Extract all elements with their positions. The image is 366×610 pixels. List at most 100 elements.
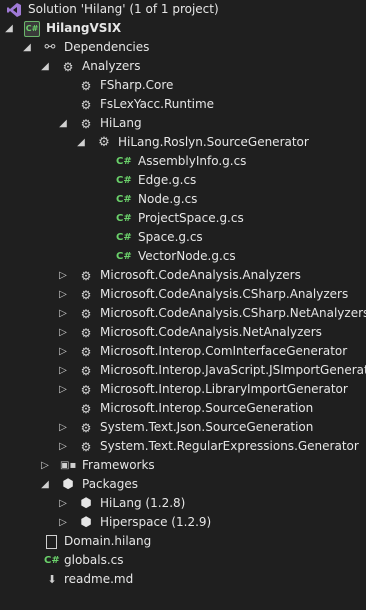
- analyzer-item-label: Microsoft.Interop.LibraryImportGenerator: [100, 382, 348, 396]
- project-label: HilangVSIX: [46, 21, 122, 35]
- tree-row-generated-file[interactable]: C# Node.g.cs: [0, 190, 366, 209]
- file-label: readme.md: [64, 572, 134, 586]
- tree-row-analyzer-item[interactable]: ▷ ⚙ Microsoft.Interop.ComInterfaceGenera…: [0, 342, 366, 361]
- analyzer-icon: ⚙: [62, 60, 74, 74]
- collapse-arrow-icon[interactable]: ◢: [20, 38, 34, 57]
- tree-row-generated-file[interactable]: C# Space.g.cs: [0, 228, 366, 247]
- analyzer-item-label: System.Text.Json.SourceGeneration: [100, 420, 314, 434]
- csharp-file-icon: C#: [116, 213, 132, 224]
- tree-row-packages[interactable]: ◢ ⬢ Packages: [0, 475, 366, 494]
- expand-arrow-icon[interactable]: ▷: [56, 266, 70, 285]
- analyzer-icon: ⚙: [80, 345, 92, 359]
- generated-file-label: Node.g.cs: [138, 192, 198, 206]
- tree-row-analyzer-item[interactable]: ⚙ FSharp.Core: [0, 76, 366, 95]
- analyzer-item-label: Microsoft.CodeAnalysis.CSharp.Analyzers: [100, 287, 349, 301]
- analyzer-item-label: Microsoft.Interop.SourceGeneration: [100, 401, 314, 415]
- tree-row-analyzer-item[interactable]: ▷ ⚙ Microsoft.CodeAnalysis.CSharp.NetAna…: [0, 304, 366, 323]
- analyzer-item-label: Microsoft.CodeAnalysis.CSharp.NetAnalyze…: [100, 306, 366, 320]
- expand-arrow-icon[interactable]: ▷: [56, 285, 70, 304]
- tree-row-analyzer-item[interactable]: ▷ ⚙ Microsoft.Interop.JavaScript.JSImpor…: [0, 361, 366, 380]
- tree-row-frameworks[interactable]: ▷ ▣▪ Frameworks: [0, 456, 366, 475]
- tree-row-project[interactable]: ◢ C# HilangVSIX: [0, 19, 366, 38]
- dependencies-label: Dependencies: [64, 40, 150, 54]
- source-generator-gear-icon: ⚙: [98, 135, 110, 150]
- file-label: Domain.hilang: [64, 534, 152, 548]
- tree-row-dependencies[interactable]: ◢ ⚯ Dependencies: [0, 38, 366, 57]
- solution-explorer-tree: Solution 'Hilang' (1 of 1 project) ◢ C# …: [0, 0, 366, 610]
- nuget-package-icon: ⬢: [62, 477, 74, 492]
- collapse-arrow-icon[interactable]: ◢: [74, 133, 88, 152]
- tree-row-solution[interactable]: Solution 'Hilang' (1 of 1 project): [0, 0, 366, 19]
- frameworks-label: Frameworks: [82, 458, 155, 472]
- csharp-file-icon: C#: [116, 232, 132, 243]
- markdown-file-icon: ⬇: [47, 573, 57, 586]
- tree-row-analyzer-item[interactable]: ▷ ⚙ Microsoft.CodeAnalysis.Analyzers: [0, 266, 366, 285]
- tree-row-file[interactable]: C# globals.cs: [0, 551, 366, 570]
- generated-file-label: AssemblyInfo.g.cs: [138, 154, 247, 168]
- analyzer-item-label: System.Text.RegularExpressions.Generator: [100, 439, 359, 453]
- tree-row-analyzer-item[interactable]: ▷ ⚙ Microsoft.CodeAnalysis.CSharp.Analyz…: [0, 285, 366, 304]
- analyzer-icon: ⚙: [80, 307, 92, 321]
- generated-file-label: ProjectSpace.g.cs: [138, 211, 244, 225]
- file-label: globals.cs: [64, 553, 124, 567]
- visual-studio-solution-icon: [6, 2, 22, 18]
- expand-arrow-icon[interactable]: ▷: [56, 304, 70, 323]
- analyzer-item-label: HiLang: [100, 116, 142, 130]
- tree-row-generated-file[interactable]: C# Edge.g.cs: [0, 171, 366, 190]
- nuget-package-icon: ⬢: [80, 496, 92, 511]
- csharp-file-icon: C#: [116, 251, 132, 262]
- analyzer-item-label: Microsoft.Interop.ComInterfaceGenerator: [100, 344, 348, 358]
- tree-row-analyzers[interactable]: ◢ ⚙ Analyzers: [0, 57, 366, 76]
- expand-arrow-icon[interactable]: ▷: [38, 456, 52, 475]
- collapse-arrow-icon[interactable]: ◢: [56, 114, 70, 133]
- collapse-arrow-icon[interactable]: ◢: [2, 19, 16, 38]
- analyzer-icon: ⚙: [80, 364, 92, 378]
- expand-arrow-icon[interactable]: ▷: [56, 361, 70, 380]
- collapse-arrow-icon[interactable]: ◢: [38, 475, 52, 494]
- analyzer-item-label: FSharp.Core: [100, 78, 174, 92]
- tree-row-file[interactable]: Domain.hilang: [0, 532, 366, 551]
- tree-row-analyzer-item[interactable]: ▷ ⚙ System.Text.Json.SourceGeneration: [0, 418, 366, 437]
- tree-row-package[interactable]: ▷ ⬢ Hiperspace (1.2.9): [0, 513, 366, 532]
- tree-row-generated-file[interactable]: C# VectorNode.g.cs: [0, 247, 366, 266]
- csharp-file-icon: C#: [116, 156, 132, 167]
- tree-row-generated-file[interactable]: C# ProjectSpace.g.cs: [0, 209, 366, 228]
- analyzers-label: Analyzers: [82, 59, 141, 73]
- expand-arrow-icon[interactable]: ▷: [56, 513, 70, 532]
- csharp-project-icon: C#: [24, 21, 40, 37]
- collapse-arrow-icon[interactable]: ◢: [38, 57, 52, 76]
- tree-row-analyzer-item[interactable]: ⚙ Microsoft.Interop.SourceGeneration: [0, 399, 366, 418]
- expand-arrow-icon[interactable]: ▷: [56, 418, 70, 437]
- tree-row-package[interactable]: ▷ ⬢ HiLang (1.2.8): [0, 494, 366, 513]
- tree-row-analyzer-item[interactable]: ▷ ⚙ Microsoft.CodeAnalysis.NetAnalyzers: [0, 323, 366, 342]
- analyzer-icon: ⚙: [80, 288, 92, 302]
- csharp-file-icon: C#: [116, 194, 132, 205]
- generated-file-label: Edge.g.cs: [138, 173, 197, 187]
- generated-file-label: VectorNode.g.cs: [138, 249, 236, 263]
- tree-row-file[interactable]: ⬇ readme.md: [0, 570, 366, 589]
- analyzer-icon: ⚙: [80, 421, 92, 435]
- analyzer-icon: ⚙: [80, 326, 92, 340]
- tree-row-generated-file[interactable]: C# AssemblyInfo.g.cs: [0, 152, 366, 171]
- expand-arrow-icon[interactable]: ▷: [56, 380, 70, 399]
- analyzer-item-label: FsLexYacc.Runtime: [100, 97, 215, 111]
- source-generator-label: HiLang.Roslyn.SourceGenerator: [118, 135, 309, 149]
- package-label: HiLang (1.2.8): [100, 496, 186, 510]
- tree-row-analyzer-item[interactable]: ▷ ⚙ System.Text.RegularExpressions.Gener…: [0, 437, 366, 456]
- expand-arrow-icon[interactable]: ▷: [56, 494, 70, 513]
- expand-arrow-icon[interactable]: ▷: [56, 323, 70, 342]
- packages-label: Packages: [82, 477, 138, 491]
- frameworks-icon: ▣▪: [60, 460, 77, 471]
- tree-row-analyzer-item[interactable]: ◢ ⚙ HiLang: [0, 114, 366, 133]
- analyzer-icon: ⚙: [80, 79, 92, 93]
- analyzer-item-label: Microsoft.CodeAnalysis.NetAnalyzers: [100, 325, 322, 339]
- expand-arrow-icon[interactable]: ▷: [56, 437, 70, 456]
- tree-row-source-generator[interactable]: ◢ ⚙ HiLang.Roslyn.SourceGenerator: [0, 133, 366, 152]
- tree-row-analyzer-item[interactable]: ▷ ⚙ Microsoft.Interop.LibraryImportGener…: [0, 380, 366, 399]
- analyzer-item-label: Microsoft.Interop.JavaScript.JSImportGen…: [100, 363, 366, 377]
- file-icon: [46, 535, 57, 549]
- dependencies-icon: ⚯: [44, 40, 56, 55]
- package-label: Hiperspace (1.2.9): [100, 515, 212, 529]
- expand-arrow-icon[interactable]: ▷: [56, 342, 70, 361]
- tree-row-analyzer-item[interactable]: ⚙ FsLexYacc.Runtime: [0, 95, 366, 114]
